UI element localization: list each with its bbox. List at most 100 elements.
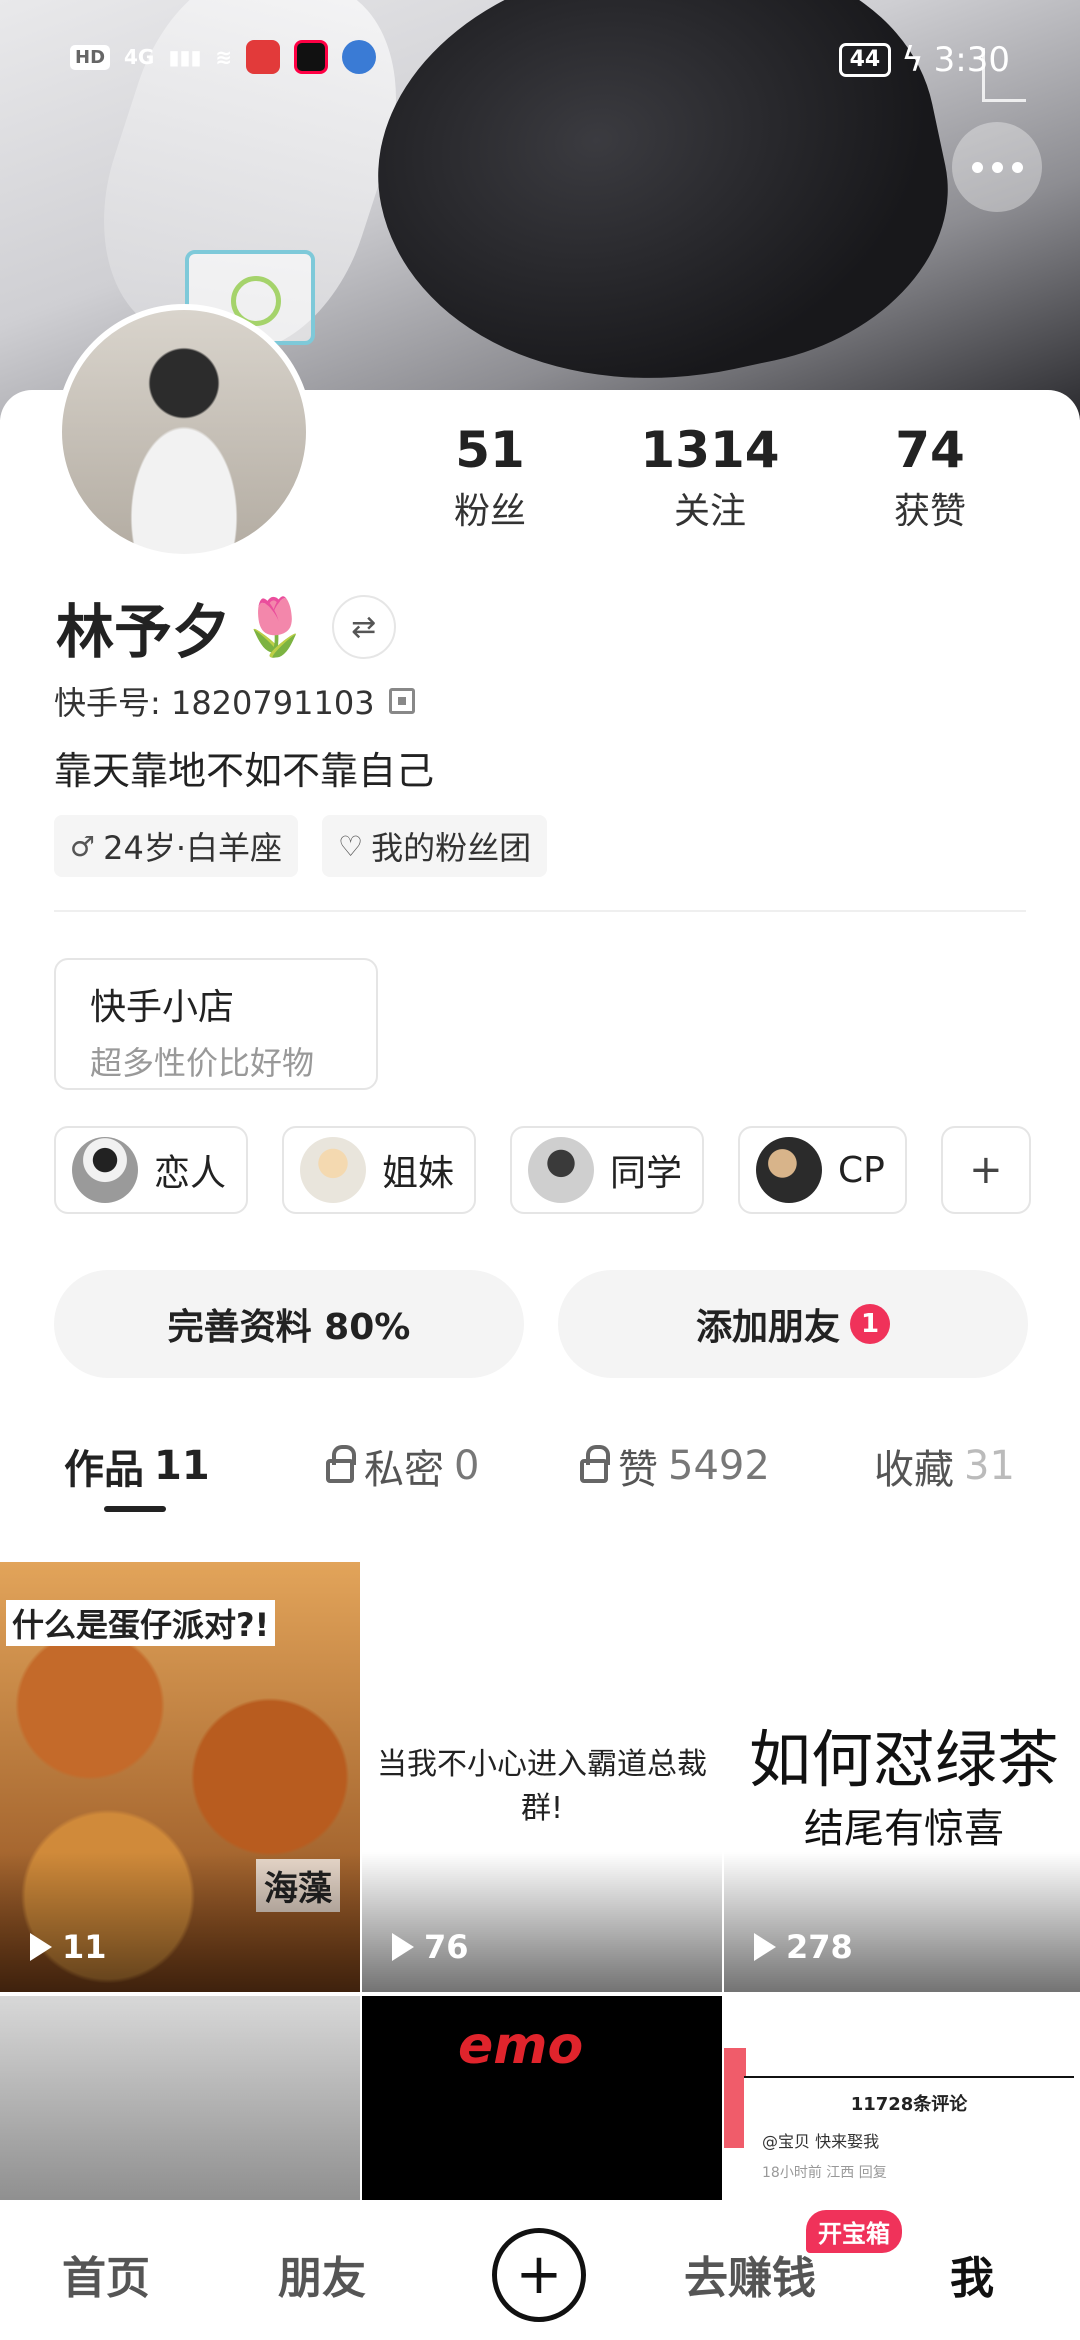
fan-club-tag[interactable]: ♡ 我的粉丝团 <box>322 815 548 877</box>
video-thumbnail[interactable]: emo <box>362 1996 722 2216</box>
edit-cover-icon[interactable] <box>982 48 1026 102</box>
kuaishou-id-row[interactable]: 快手号: 1820791103 <box>54 678 415 724</box>
nav-earn[interactable]: 去赚钱 <box>684 2242 816 2306</box>
button-label: 添加朋友 <box>695 1307 840 1348</box>
video-thumbnail[interactable]: 什么是蛋仔派对?! 海藻 11 <box>0 1514 360 1992</box>
comment-text: @宝贝 快来娶我 <box>762 2132 880 2151</box>
content-tabs: 作品 11 私密 0 赞 5492 收藏 31 <box>0 1420 1080 1512</box>
wifi-icon: ≋ <box>215 45 233 69</box>
avatar <box>756 1137 823 1203</box>
play-count-value: 278 <box>786 1928 853 1966</box>
shop-title: 快手小店 <box>90 987 235 1028</box>
age-zodiac-tag[interactable]: ♂ 24岁·白羊座 <box>54 815 299 877</box>
avatar <box>528 1137 595 1203</box>
relationship-sister[interactable]: 姐妹 <box>282 1126 477 1214</box>
tag-label: 24岁·白羊座 <box>103 829 283 867</box>
nav-home[interactable]: 首页 <box>62 2242 150 2306</box>
stat-label: 获赞 <box>893 491 966 532</box>
avatar <box>300 1137 367 1203</box>
add-relationship-button[interactable]: + <box>940 1126 1031 1214</box>
profile-page: HD 4G ▮▮▮ ≋ 44 ϟ 3:30 51 粉丝 1314 关注 74 获… <box>0 0 1080 2340</box>
switch-account-button[interactable]: ⇄ <box>331 595 396 659</box>
name-row: 林予夕 🌷 ⇄ <box>56 585 396 669</box>
relationship-row: 恋人 姐妹 同学 CP + <box>54 1126 1031 1214</box>
comment-panel-preview: 11728条评论 @宝贝 快来娶我 18小时前 江西 回复 <box>744 2076 1074 2216</box>
tab-count: 11 <box>154 1443 210 1489</box>
tab-private[interactable]: 私密 0 <box>326 1437 479 1495</box>
video-thumbnail[interactable] <box>0 1996 360 2216</box>
tab-liked[interactable]: 赞 5492 <box>580 1437 770 1495</box>
stat-number: 1314 <box>640 421 780 479</box>
button-label: 完善资料 80% <box>167 1307 411 1348</box>
gender-icon: ♂ <box>70 829 96 863</box>
app-notification-icon <box>294 40 329 74</box>
relationship-classmate[interactable]: 同学 <box>510 1126 705 1214</box>
stat-number: 74 <box>895 421 965 479</box>
stat-followers[interactable]: 51 粉丝 <box>390 420 590 534</box>
video-thumbnail[interactable]: 11728条评论 @宝贝 快来娶我 18小时前 江西 回复 <box>724 1996 1080 2216</box>
relationship-label: 恋人 <box>154 1153 227 1194</box>
tab-count: 31 <box>964 1443 1015 1489</box>
tab-count: 0 <box>454 1443 480 1489</box>
play-icon <box>754 1933 776 1961</box>
relationship-lover[interactable]: 恋人 <box>54 1126 249 1214</box>
add-friend-button[interactable]: 添加朋友 1 <box>558 1270 1028 1378</box>
relationship-label: 同学 <box>610 1153 683 1194</box>
video-thumbnail[interactable]: 当我不小心进入霸道总裁群! 76 <box>362 1514 722 1992</box>
tab-favorites[interactable]: 收藏 31 <box>874 1437 1015 1495</box>
lock-icon <box>326 1445 356 1483</box>
complete-profile-button[interactable]: 完善资料 80% <box>54 1270 524 1378</box>
shop-subtitle: 超多性价比好物 <box>90 1044 315 1082</box>
profile-tags: ♂ 24岁·白羊座 ♡ 我的粉丝团 <box>54 815 548 877</box>
tab-label: 私密 <box>364 1447 444 1493</box>
heart-icon: ♡ <box>338 829 364 863</box>
stat-following[interactable]: 1314 关注 <box>610 420 810 534</box>
video-title: 如何怼绿茶 <box>748 1723 1059 1796</box>
avatar <box>72 1137 138 1203</box>
more-options-button[interactable] <box>952 122 1042 212</box>
video-thumbnail[interactable]: 如何怼绿茶 结尾有惊喜 278 <box>724 1514 1080 1992</box>
kuaishou-id: 快手号: 1820791103 <box>54 684 375 722</box>
stat-number: 51 <box>455 421 525 479</box>
app-notification-icon <box>342 40 377 74</box>
tab-works[interactable]: 作品 11 <box>64 1437 210 1495</box>
video-title: 什么是蛋仔派对?! <box>6 1600 276 1646</box>
avatar[interactable] <box>56 304 312 560</box>
profile-actions: 完善资料 80% 添加朋友 1 <box>54 1270 1028 1378</box>
status-bar: HD 4G ▮▮▮ ≋ 44 ϟ 3:30 <box>0 0 1080 120</box>
play-count: 11 <box>30 1928 107 1966</box>
tag-label: 我的粉丝团 <box>371 829 532 867</box>
treasure-box-badge: 开宝箱 <box>806 2210 902 2253</box>
charging-icon: ϟ <box>901 40 924 80</box>
dot-icon <box>1011 161 1023 173</box>
create-post-button[interactable]: + <box>492 2228 586 2322</box>
profile-stats: 51 粉丝 1314 关注 74 获赞 <box>390 420 1030 534</box>
stat-likes[interactable]: 74 获赞 <box>830 420 1030 534</box>
lock-icon <box>580 1445 610 1483</box>
play-icon <box>392 1933 414 1961</box>
tab-label: 作品 <box>64 1447 144 1493</box>
play-count-value: 11 <box>62 1928 107 1966</box>
kuaishou-shop-card[interactable]: 快手小店 超多性价比好物 <box>54 958 378 1090</box>
active-tab-indicator <box>104 1506 166 1512</box>
play-count: 76 <box>392 1928 469 1966</box>
relationship-label: 姐妹 <box>382 1153 455 1194</box>
notification-badge: 1 <box>850 1304 890 1344</box>
app-notification-icon <box>246 40 281 74</box>
play-count-value: 76 <box>424 1928 469 1966</box>
battery-icon: 44 <box>838 43 892 77</box>
nav-friends[interactable]: 朋友 <box>278 2242 366 2306</box>
nav-me[interactable]: 我 <box>950 2242 994 2306</box>
tab-count: 5492 <box>668 1443 770 1489</box>
profile-bio: 靠天靠地不如不靠自己 <box>54 749 435 793</box>
network-icon: 4G <box>124 45 155 69</box>
play-count: 278 <box>754 1928 853 1966</box>
qr-code-icon[interactable] <box>388 688 415 714</box>
bottom-nav: 首页 朋友 + 去赚钱 开宝箱 我 <box>0 2200 1080 2340</box>
video-title: emo <box>458 2016 584 2076</box>
relationship-cp[interactable]: CP <box>738 1126 907 1214</box>
thumbnail-sticker <box>724 2048 746 2148</box>
video-subtitle: 结尾有惊喜 <box>804 1806 1004 1852</box>
tulip-icon: 🌷 <box>240 595 310 660</box>
thumbnail-shade <box>724 1852 1080 1992</box>
